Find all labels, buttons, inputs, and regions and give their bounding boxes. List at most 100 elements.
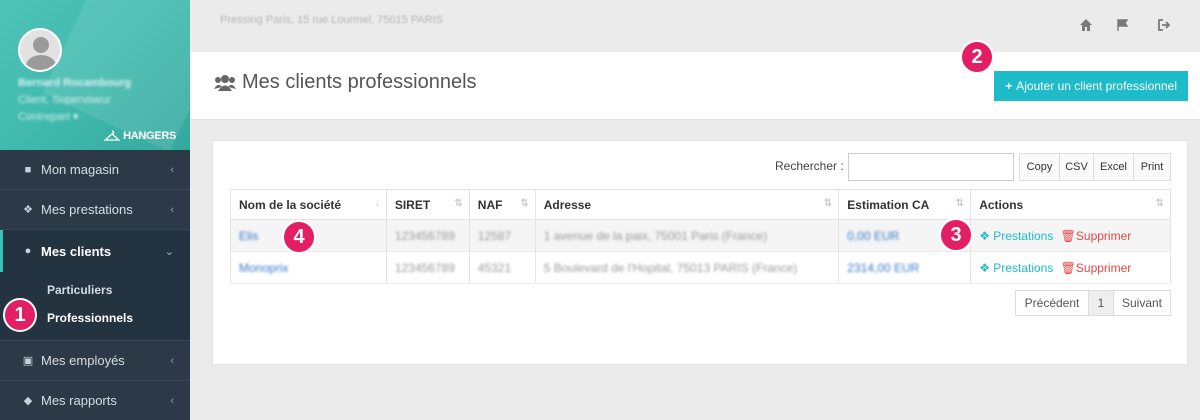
sidebar-item-mes-rapports[interactable]: ◆ Mes rapports ‹ <box>0 381 190 420</box>
profile-name: Bernard Rocambourg <box>18 77 132 89</box>
clients-table: Nom de la société ↓ SIRET ⇅ NAF ⇅ Adresse ⇅ … <box>230 189 1171 284</box>
column-header-actions[interactable]: Actions ⇅ <box>970 189 1171 220</box>
chevron-left-icon: ‹ <box>170 203 174 216</box>
sidebar-item-label: Mes prestations <box>41 202 133 217</box>
sidebar-item-label: Mes rapports <box>41 393 117 408</box>
add-client-button-label: Ajouter un client professionnel <box>1016 79 1177 93</box>
trash-icon: 🗑︎ <box>1060 228 1076 243</box>
delete-link[interactable]: 🗑︎Supprimer <box>1061 261 1132 275</box>
delete-link[interactable]: 🗑︎Supprimer <box>1061 229 1132 243</box>
clients-panel: Rechercher : Copy CSV Excel Print Nom de… <box>212 140 1188 365</box>
id-card-icon: ▣ <box>22 355 34 367</box>
column-header-naf[interactable]: NAF ⇅ <box>468 189 536 220</box>
sidebar-item-mes-employes[interactable]: ▣ Mes employés ‹ <box>0 341 190 381</box>
sort-icon: ⇅ <box>454 198 463 209</box>
plus-icon: + <box>1005 79 1013 93</box>
sort-icon: ⇅ <box>1155 198 1164 209</box>
avatar[interactable] <box>18 28 62 72</box>
annotation-badge-4: 4 <box>282 220 316 254</box>
address-cell: 1 avenue de la paix, 75001 Paris (France… <box>543 228 768 243</box>
naf-cell: 12587 <box>477 228 512 243</box>
company-name-link[interactable]: Elis <box>239 229 258 243</box>
trash-icon: 🗑︎ <box>1060 260 1076 275</box>
delete-label: Supprimer <box>1075 260 1132 275</box>
print-button[interactable]: Print <box>1133 153 1171 181</box>
page-title-text: Mes clients professionnels <box>242 71 477 93</box>
cubes-icon: ❖ <box>23 204 33 216</box>
csv-button[interactable]: CSV <box>1059 153 1094 181</box>
pagination-previous[interactable]: Précédent <box>1015 290 1089 316</box>
hanger-icon <box>104 130 121 141</box>
sign-out-icon[interactable] <box>1157 18 1171 32</box>
column-header-nom[interactable]: Nom de la société ↓ <box>230 189 387 220</box>
add-client-button[interactable]: + Ajouter un client professionnel <box>994 71 1188 101</box>
excel-button[interactable]: Excel <box>1093 153 1134 181</box>
copy-button[interactable]: Copy <box>1019 153 1060 181</box>
estimation-ca-link[interactable]: 0,00 EUR <box>847 229 899 243</box>
sort-icon: ⇅ <box>955 198 965 209</box>
page-header: Mes clients professionnels + Ajouter un … <box>190 52 1200 120</box>
search-label: Rechercher : <box>775 159 844 173</box>
home-icon[interactable] <box>1079 18 1093 32</box>
column-header-label: Estimation CA <box>847 197 930 212</box>
company-name-link[interactable]: Monoprix <box>239 261 288 275</box>
annotation-badge-1: 1 <box>3 298 37 332</box>
submenu-item-particuliers[interactable]: Particuliers <box>47 276 190 304</box>
sidebar-item-label: Mon magasin <box>41 162 120 177</box>
chevron-down-icon: ⌄ <box>164 245 174 258</box>
users-icon: ● <box>24 245 32 257</box>
prestations-label: Prestations <box>993 228 1054 243</box>
address-cell: 5 Boulevard de l'Hopital, 75013 PARIS (F… <box>543 260 798 275</box>
sidebar-item-mes-clients[interactable]: ● Mes clients ⌄ <box>0 230 190 272</box>
estimation-ca-link[interactable]: 2314,00 EUR <box>847 261 919 275</box>
prestations-link[interactable]: ❖ Prestations <box>979 261 1053 275</box>
briefcase-icon: ■ <box>24 163 32 176</box>
prestations-label: Prestations <box>993 260 1054 275</box>
sidebar-item-mon-magasin[interactable]: ■ Mon magasin ‹ <box>0 150 190 190</box>
sidebar-item-label: Mes clients <box>41 243 112 259</box>
profile-role: Client, Superviseur <box>18 94 111 106</box>
column-header-adresse[interactable]: Adresse ⇅ <box>534 189 840 220</box>
column-header-siret[interactable]: SIRET ⇅ <box>385 189 470 220</box>
profile-panel: Bernard Rocambourg Client, Superviseur C… <box>0 0 190 150</box>
sort-icon: ⇅ <box>823 198 833 209</box>
siret-cell: 123456789 <box>394 260 455 275</box>
column-header-label: Actions <box>979 197 1024 212</box>
sort-icon: ⇅ <box>520 198 529 209</box>
column-header-label: NAF <box>477 197 503 212</box>
pagination-page-1[interactable]: 1 <box>1088 290 1114 316</box>
sidebar: Bernard Rocambourg Client, Superviseur C… <box>0 0 190 420</box>
column-header-estimation-ca[interactable]: Estimation CA ⇅ <box>838 189 972 220</box>
profile-menu-toggle[interactable]: Contrepart ▾ <box>18 110 79 123</box>
table-header-row: Nom de la société ↓ SIRET ⇅ NAF ⇅ Adresse ⇅ … <box>230 189 1171 220</box>
pagination-next[interactable]: Suivant <box>1113 290 1171 316</box>
chevron-left-icon: ‹ <box>170 163 174 176</box>
sort-alpha-icon: ↓ <box>374 198 380 209</box>
delete-label: Supprimer <box>1075 228 1132 243</box>
sidebar-item-mes-prestations[interactable]: ❖ Mes prestations ‹ <box>0 190 190 230</box>
chevron-left-icon: ‹ <box>170 354 174 367</box>
sidebar-item-label: Mes employés <box>41 353 125 368</box>
search-input[interactable] <box>848 153 1014 181</box>
chevron-left-icon: ‹ <box>170 394 174 407</box>
naf-cell: 45321 <box>477 260 512 275</box>
page-title: Mes clients professionnels <box>214 71 477 94</box>
topbar: Pressing Paris, 15 rue Lourmel, 75015 PA… <box>190 0 1200 52</box>
submenu-item-professionnels[interactable]: Professionnels <box>47 304 190 332</box>
tags-icon: ◆ <box>23 395 33 407</box>
table-row: Elis 123456789 12587 1 avenue de la paix… <box>230 219 1171 252</box>
prestations-link[interactable]: ❖ Prestations <box>979 229 1053 243</box>
hangers-logo: HANGERS <box>104 130 176 142</box>
annotation-badge-2: 2 <box>960 40 994 74</box>
table-row: Monoprix 123456789 45321 5 Boulevard de … <box>230 251 1171 284</box>
column-header-label: Adresse <box>543 197 592 212</box>
column-header-label: Nom de la société <box>239 197 342 212</box>
cubes-icon: ❖ <box>979 260 990 275</box>
column-header-label: SIRET <box>394 197 431 212</box>
annotation-badge-3: 3 <box>939 218 973 252</box>
flag-icon[interactable] <box>1116 18 1130 32</box>
company-name-cell[interactable]: Monoprix <box>230 251 387 284</box>
logo-text: HANGERS <box>123 130 176 142</box>
store-address: Pressing Paris, 15 rue Lourmel, 75015 PA… <box>220 14 443 26</box>
siret-cell: 123456789 <box>394 228 455 243</box>
